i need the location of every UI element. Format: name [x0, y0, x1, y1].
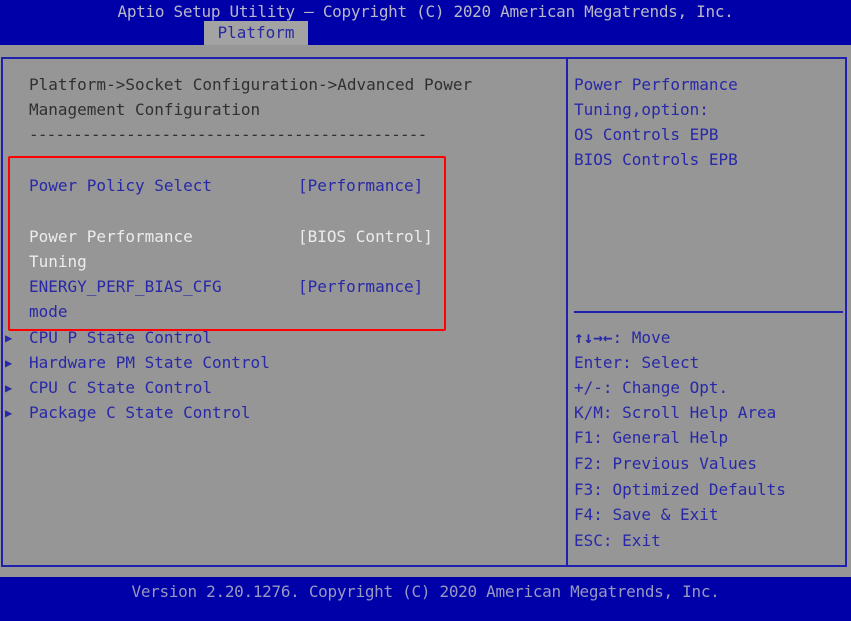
help-line: Power Performance — [574, 75, 738, 94]
help-line: BIOS Controls EPB — [574, 150, 738, 169]
tab-platform[interactable]: Platform — [204, 21, 308, 45]
app-title: Aptio Setup Utility – Copyright (C) 2020… — [117, 2, 734, 21]
submenu-label: CPU C State Control — [29, 378, 213, 397]
key-f4: F4: Save & Exit — [574, 505, 719, 524]
arrow-keys-icon: ↑↓→← — [574, 328, 613, 347]
footer-bar: Version 2.20.1276. Copyright (C) 2020 Am… — [0, 577, 851, 621]
breadcrumb-continued: Management Configuration — [29, 100, 261, 119]
help-line: OS Controls EPB — [574, 125, 719, 144]
title-bar: Aptio Setup Utility – Copyright (C) 2020… — [0, 0, 851, 45]
submenu-arrow-icon: ▶ — [5, 331, 13, 345]
key-esc: ESC: Exit — [574, 531, 661, 550]
submenu-arrow-icon: ▶ — [5, 381, 13, 395]
key-f1: F1: General Help — [574, 428, 729, 447]
key-change-opt: +/-: Change Opt. — [574, 378, 729, 397]
help-divider — [574, 311, 843, 313]
panel-divider — [566, 57, 568, 567]
key-scroll-help: K/M: Scroll Help Area — [574, 403, 777, 422]
submenu-arrow-icon: ▶ — [5, 406, 13, 420]
key-enter: Enter: Select — [574, 353, 700, 372]
annotation-highlight-box — [8, 156, 446, 331]
submenu-arrow-icon: ▶ — [5, 356, 13, 370]
help-line: Tuning,option: — [574, 100, 709, 119]
key-f3: F3: Optimized Defaults — [574, 480, 786, 499]
submenu-label: CPU P State Control — [29, 328, 213, 347]
submenu-label: Package C State Control — [29, 403, 251, 422]
key-move: ↑↓→←: Move — [574, 328, 671, 347]
breadcrumb: Platform->Socket Configuration->Advanced… — [29, 75, 473, 94]
separator: ----------------------------------------… — [29, 125, 427, 144]
submenu-label: Hardware PM State Control — [29, 353, 270, 372]
version-text: Version 2.20.1276. Copyright (C) 2020 Am… — [131, 582, 720, 601]
key-f2: F2: Previous Values — [574, 454, 758, 473]
